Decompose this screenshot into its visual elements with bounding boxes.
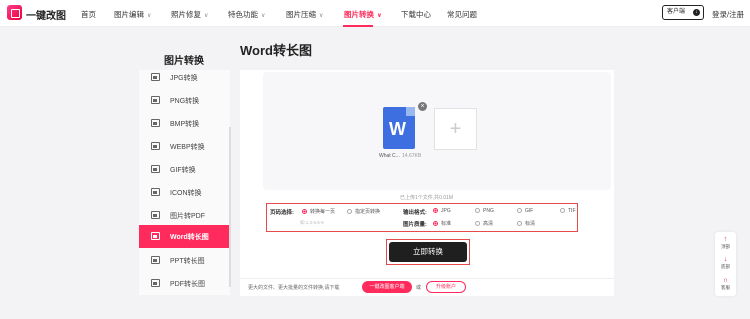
radio-specified-pages[interactable]: 指定页转换 xyxy=(347,208,380,215)
sidebar-item-icon[interactable]: ICON转换 xyxy=(139,181,230,204)
download-icon: ↓ xyxy=(693,9,700,16)
or-text: 或 xyxy=(416,285,422,291)
upload-info: 已上传1个文件,共0.01M xyxy=(400,195,454,201)
image-icon xyxy=(151,73,160,81)
nav-image-compress[interactable]: 图片压缩 ∨ xyxy=(286,9,323,20)
scroll-top-button[interactable]: ↑ 顶部 xyxy=(715,236,736,250)
image-icon xyxy=(151,142,160,150)
nav-features[interactable]: 特色功能 ∨ xyxy=(228,9,265,20)
sidebar-item-pdf-to-long-image[interactable]: PDF转长图 xyxy=(139,272,230,295)
radio-quality-standard[interactable]: 标准 xyxy=(433,220,451,227)
nav-photo-repair[interactable]: 照片修复 ∨ xyxy=(171,9,208,20)
login-register-link[interactable]: 登录/注册 xyxy=(712,9,744,20)
nav-faq[interactable]: 常见问题 xyxy=(447,9,477,20)
file-size: 14.67KB xyxy=(402,153,422,159)
arrow-down-icon: ↓ xyxy=(723,256,728,263)
page-range-input[interactable]: 如:1,3-5,5-9 xyxy=(300,219,340,227)
sidebar-item-ppt-to-long-image[interactable]: PPT转长图 xyxy=(139,249,230,272)
customer-service-button[interactable]: ∩ 客服 xyxy=(715,277,736,291)
radio-icon xyxy=(302,209,307,214)
page-selection-label: 页码选择: xyxy=(270,210,294,216)
logo-text[interactable]: 一键改图 xyxy=(26,7,66,22)
radio-quality-sd[interactable]: 标清 xyxy=(517,220,535,227)
image-icon xyxy=(151,119,160,127)
headset-icon: ∩ xyxy=(722,277,729,284)
nav-image-convert[interactable]: 图片转换 ∨ xyxy=(344,9,382,20)
nav-active-underline xyxy=(343,25,373,27)
sidebar-item-webp[interactable]: WEBP转换 xyxy=(139,135,230,158)
radio-icon xyxy=(433,208,438,213)
chevron-down-icon: ∨ xyxy=(261,13,266,19)
nav-home[interactable]: 首页 xyxy=(81,9,96,20)
image-quality-label: 图片质量: xyxy=(403,222,427,228)
chevron-down-icon: ∨ xyxy=(204,13,209,19)
nav-download-center[interactable]: 下载中心 xyxy=(401,9,431,20)
sidebar-scrollbar[interactable] xyxy=(229,127,231,287)
sidebar-item-image-to-pdf[interactable]: 图片转PDF xyxy=(139,204,230,227)
image-icon xyxy=(151,211,160,219)
convert-button[interactable]: 立即转换 xyxy=(389,242,467,262)
download-client-button[interactable]: 一键改图客户端 xyxy=(362,281,412,293)
page-title: Word转长图 xyxy=(240,43,312,58)
sidebar-item-bmp[interactable]: BMP转换 xyxy=(139,112,230,135)
add-file-button[interactable]: + xyxy=(434,108,477,150)
promo-text: 更大的文件、更大批量的文件转换,请下载 xyxy=(248,285,340,291)
radio-icon xyxy=(433,221,438,226)
image-icon xyxy=(151,256,160,264)
radio-format-gif[interactable]: GIF xyxy=(517,208,533,214)
radio-quality-hd[interactable]: 高清 xyxy=(475,220,493,227)
nav-image-edit[interactable]: 图片编辑 ∨ xyxy=(114,9,151,20)
image-icon xyxy=(151,279,160,287)
image-icon xyxy=(151,165,160,173)
radio-format-tif[interactable]: TIF xyxy=(560,208,576,214)
upgrade-account-button[interactable]: 升级账户 xyxy=(426,281,466,293)
chevron-down-icon: ∨ xyxy=(377,13,382,19)
radio-format-png[interactable]: PNG xyxy=(475,208,494,214)
sidebar-item-png[interactable]: PNG转换 xyxy=(139,89,230,112)
client-download-button[interactable]: 客户端 ↓ xyxy=(662,5,704,20)
radio-icon xyxy=(517,208,522,213)
radio-format-jpg[interactable]: JPG xyxy=(433,208,451,214)
radio-icon xyxy=(347,209,352,214)
image-icon xyxy=(151,188,160,196)
radio-icon xyxy=(517,221,522,226)
scroll-bottom-button[interactable]: ↓ 底部 xyxy=(715,256,736,270)
sidebar-item-gif[interactable]: GIF转换 xyxy=(139,158,230,181)
image-icon xyxy=(151,96,160,104)
logo-icon[interactable] xyxy=(7,5,22,20)
remove-file-icon[interactable]: × xyxy=(418,102,427,111)
chevron-down-icon: ∨ xyxy=(319,13,324,19)
image-icon xyxy=(151,232,160,240)
sidebar-item-jpg[interactable]: JPG转换 xyxy=(139,66,230,89)
file-name: What C... xyxy=(379,153,400,159)
radio-every-page[interactable]: 转换每一页 xyxy=(302,208,335,215)
arrow-up-icon: ↑ xyxy=(723,236,728,243)
sidebar-item-word-to-long-image[interactable]: Word转长图 xyxy=(139,225,230,248)
radio-icon xyxy=(560,208,565,213)
output-format-label: 输出格式: xyxy=(403,210,427,216)
chevron-down-icon: ∨ xyxy=(147,13,152,19)
word-file-icon[interactable]: W xyxy=(383,107,415,149)
radio-icon xyxy=(475,221,480,226)
sidebar-title: 图片转换 xyxy=(164,56,204,67)
radio-icon xyxy=(475,208,480,213)
